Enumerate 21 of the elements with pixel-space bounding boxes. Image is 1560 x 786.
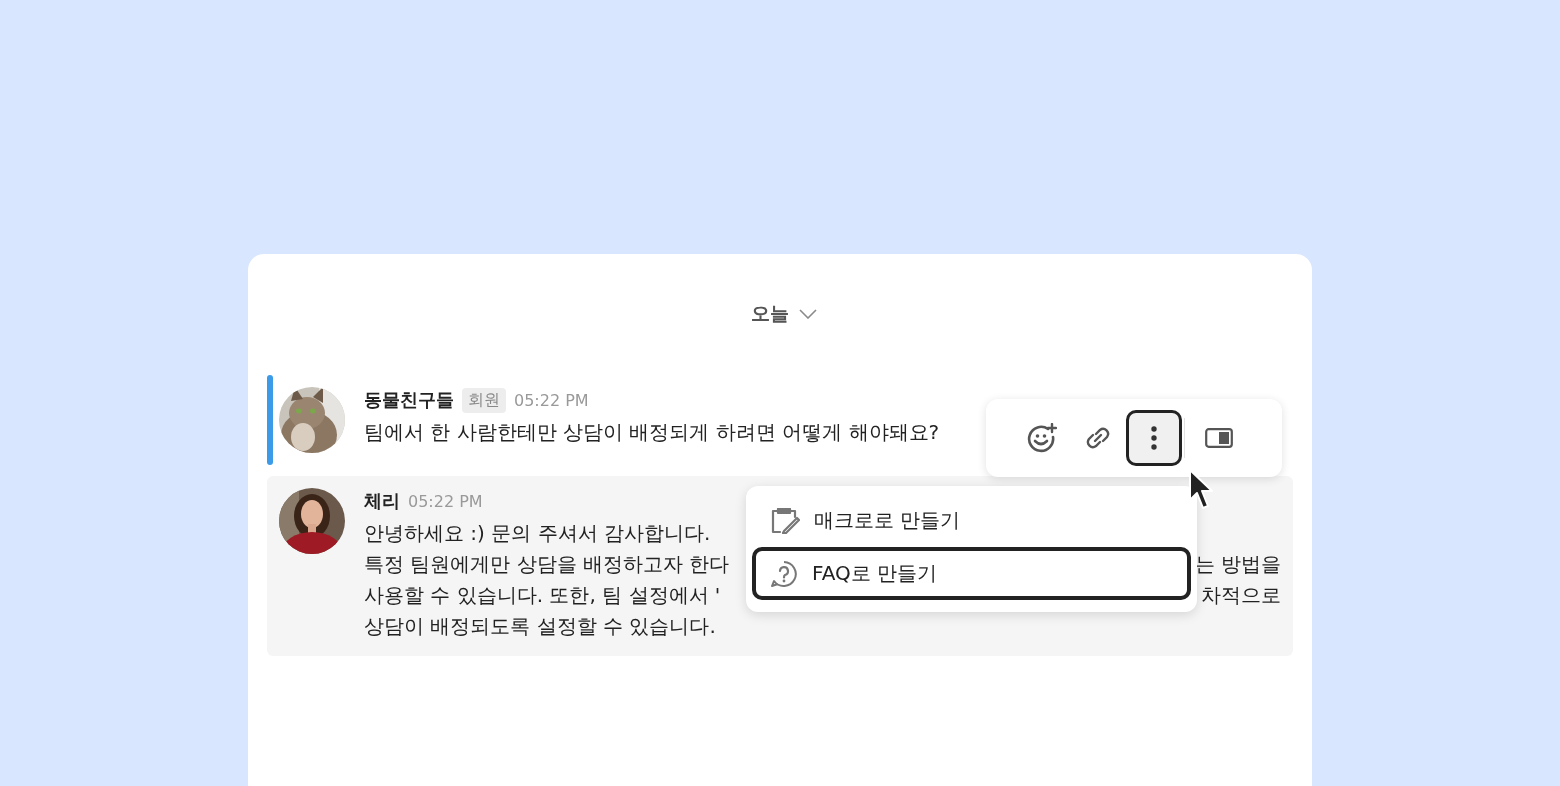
date-filter[interactable]: 오늘 [743,298,817,330]
question-bubble-icon [770,559,798,588]
chevron-down-icon [799,309,817,319]
message-text: 차적으로 [1201,582,1281,609]
message-text: 팀에서 한 사람한테만 상담이 배정되게 하려면 어떻게 해야돼요? [364,419,940,446]
more-button[interactable] [1126,410,1182,466]
timestamp: 05:22 PM [408,491,483,511]
message-text: 특정 팀원에게만 상담을 배정하고자 한다 [364,551,730,578]
message-text: 상담이 배정되도록 설정할 수 있습니다. [364,613,716,640]
message-text: 는 방법을 [1194,551,1281,578]
side-panel-icon [1205,428,1233,448]
menu-item[interactable]: FAQ로 만들기 [752,547,1191,600]
member-tag: 회원 [462,387,506,413]
timestamp: 05:22 PM [514,390,589,410]
more-icon [1150,425,1158,451]
author-name: 동물친구들 [364,388,454,412]
message-text: 사용할 수 있습니다. 또한, 팀 설정에서 ' [364,582,721,609]
smiley-plus-icon [1027,423,1057,453]
clipboard-pencil-icon [770,507,800,534]
author-name: 체리 [364,489,400,513]
message-text: 안녕하세요 :) 문의 주셔서 감사합니다. [364,520,711,547]
